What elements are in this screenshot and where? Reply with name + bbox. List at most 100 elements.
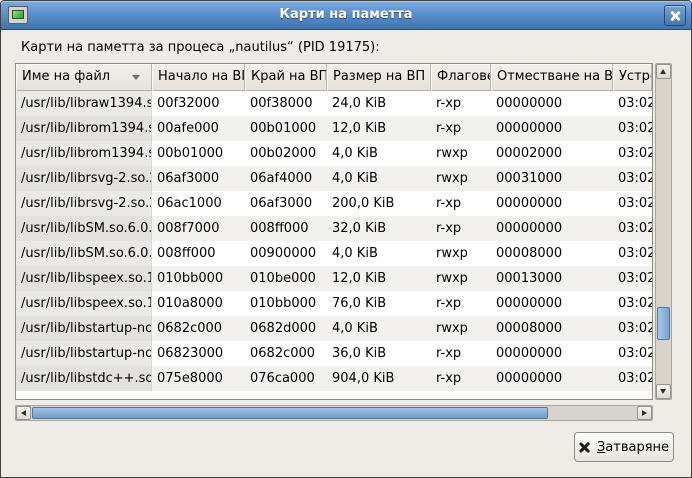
column-header-device[interactable]: Устройство xyxy=(613,64,652,91)
column-header-vm-start[interactable]: Начало на ВП xyxy=(152,64,245,91)
column-header-label: Флагове xyxy=(437,69,491,84)
cell-vm_end: 0682c000 xyxy=(245,341,327,366)
cell-device: 03:02 xyxy=(613,141,652,166)
scroll-down-button[interactable] xyxy=(656,384,671,399)
cell-vm_size: 32,0 KiB xyxy=(327,216,431,241)
cell-vm_size: 24,0 KiB xyxy=(327,91,431,116)
table-row[interactable]: /usr/lib/libspeex.so.1010bb000010be00012… xyxy=(16,266,652,291)
cell-vm_size: 4,0 KiB xyxy=(327,241,431,266)
vertical-scrollbar[interactable] xyxy=(655,63,672,400)
cell-flags: r-xp xyxy=(431,291,491,316)
close-icon xyxy=(669,10,681,22)
column-header-label: Начало на ВП xyxy=(158,69,245,84)
cell-filename: /usr/lib/librsvg-2.so.2 xyxy=(16,166,152,191)
cell-vm_size: 12,0 KiB xyxy=(327,266,431,291)
cell-vm_start: 010bb000 xyxy=(152,266,245,291)
cell-flags: rwxp xyxy=(431,316,491,341)
table-row[interactable]: /usr/lib/libstartup-not068230000682c0003… xyxy=(16,341,652,366)
cell-vm_end: 00900000 xyxy=(245,241,327,266)
cell-vm_size: 76,0 KiB xyxy=(327,291,431,316)
cell-vm_offset: 00000000 xyxy=(491,91,613,116)
cell-device: 03:02 xyxy=(613,241,652,266)
cell-vm_size: 4,0 KiB xyxy=(327,166,431,191)
close-x-icon xyxy=(579,442,590,453)
cell-flags: r-xp xyxy=(431,191,491,216)
close-window-button[interactable] xyxy=(664,5,686,26)
column-header-vm-end[interactable]: Край на ВП xyxy=(245,64,327,91)
memory-maps-table: Име на файл Начало на ВП Край на ВП Разм… xyxy=(15,63,653,400)
cell-vm_start: 0682c000 xyxy=(152,316,245,341)
arrow-left-icon xyxy=(21,410,26,416)
cell-filename: /usr/lib/librom1394.s xyxy=(16,141,152,166)
scroll-right-button[interactable] xyxy=(637,406,652,420)
process-description: Карти на паметта за процеса „nautilus“ (… xyxy=(21,40,380,55)
cell-vm_end: 00b01000 xyxy=(245,116,327,141)
column-header-label: Размер на ВП xyxy=(333,69,425,84)
cell-device: 03:02 xyxy=(613,266,652,291)
table-row[interactable]: /usr/lib/librsvg-2.so.206af300006af40004… xyxy=(16,166,652,191)
arrow-right-icon xyxy=(642,410,647,416)
memory-maps-dialog: Карти на паметта Карти на паметта за про… xyxy=(0,0,692,478)
horizontal-scrollbar[interactable] xyxy=(15,405,653,421)
arrow-up-icon xyxy=(660,69,666,74)
column-header-vm-size[interactable]: Размер на ВП xyxy=(327,64,431,91)
cell-filename: /usr/lib/libstartup-not xyxy=(16,341,152,366)
cell-device: 03:02 xyxy=(613,291,652,316)
cell-flags: r-xp xyxy=(431,366,491,391)
cell-vm_start: 00afe000 xyxy=(152,116,245,141)
cell-filename: /usr/lib/libspeex.so.1 xyxy=(16,291,152,316)
cell-device: 03:02 xyxy=(613,341,652,366)
close-button-label: Затваряне xyxy=(597,440,669,455)
cell-filename: /usr/lib/libspeex.so.1 xyxy=(16,266,152,291)
cell-vm_size: 4,0 KiB xyxy=(327,141,431,166)
scroll-up-button[interactable] xyxy=(656,64,671,79)
cell-vm_size: 4,0 KiB xyxy=(327,316,431,341)
table-row[interactable]: /usr/lib/librom1394.s00b0100000b020004,0… xyxy=(16,141,652,166)
column-header-vm-offset[interactable]: Отместване на ВП xyxy=(491,64,613,91)
cell-vm_offset: 00008000 xyxy=(491,316,613,341)
cell-filename: /usr/lib/libSM.so.6.0.0 xyxy=(16,216,152,241)
table-row[interactable]: /usr/lib/librom1394.s00afe00000b0100012,… xyxy=(16,116,652,141)
cell-vm_offset: 00031000 xyxy=(491,166,613,191)
cell-vm_start: 06823000 xyxy=(152,341,245,366)
cell-vm_end: 076ca000 xyxy=(245,366,327,391)
cell-device: 03:02 xyxy=(613,316,652,341)
cell-vm_start: 06ac1000 xyxy=(152,191,245,216)
cell-vm_start: 010a8000 xyxy=(152,291,245,316)
table-row[interactable]: /usr/lib/libspeex.so.1010a8000010bb00076… xyxy=(16,291,652,316)
column-header-label: Име на файл xyxy=(22,69,110,84)
column-header-flags[interactable]: Флагове xyxy=(431,64,491,91)
scroll-left-button[interactable] xyxy=(16,406,31,420)
cell-device: 03:02 xyxy=(613,166,652,191)
table-row[interactable]: /usr/lib/libstdc++.so.075e8000076ca00090… xyxy=(16,366,652,391)
column-header-filename[interactable]: Име на файл xyxy=(16,64,152,91)
table-row[interactable]: /usr/lib/libstartup-not0682c0000682d0004… xyxy=(16,316,652,341)
cell-vm_size: 36,0 KiB xyxy=(327,341,431,366)
cell-vm_start: 00b01000 xyxy=(152,141,245,166)
cell-filename: /usr/lib/librsvg-2.so.2 xyxy=(16,191,152,216)
cell-filename: /usr/lib/libstdc++.so. xyxy=(16,366,152,391)
cell-vm_start: 008ff000 xyxy=(152,241,245,266)
cell-vm_start: 06af3000 xyxy=(152,166,245,191)
table-row[interactable]: /usr/lib/librsvg-2.so.206ac100006af30002… xyxy=(16,191,652,216)
arrow-down-icon xyxy=(660,389,666,394)
table-row[interactable]: /usr/lib/libSM.so.6.0.0008f7000008ff0003… xyxy=(16,216,652,241)
cell-vm_start: 075e8000 xyxy=(152,366,245,391)
horizontal-scrollbar-thumb[interactable] xyxy=(32,407,548,419)
column-header-label: Край на ВП xyxy=(251,69,327,84)
cell-flags: rwxp xyxy=(431,266,491,291)
cell-device: 03:02 xyxy=(613,91,652,116)
window-title: Карти на паметта xyxy=(1,1,691,30)
cell-flags: rwxp xyxy=(431,166,491,191)
vertical-scrollbar-thumb[interactable] xyxy=(657,307,670,340)
column-header-label: Устройство xyxy=(619,69,652,84)
sort-descending-icon xyxy=(132,75,140,80)
cell-vm_offset: 00008000 xyxy=(491,241,613,266)
cell-vm_start: 008f7000 xyxy=(152,216,245,241)
titlebar[interactable]: Карти на паметта xyxy=(1,1,691,30)
table-row[interactable]: /usr/lib/libraw1394.so00f3200000f3800024… xyxy=(16,91,652,116)
table-row[interactable]: /usr/lib/libSM.so.6.0.0008ff000009000004… xyxy=(16,241,652,266)
cell-vm_offset: 00000000 xyxy=(491,341,613,366)
cell-device: 03:02 xyxy=(613,191,652,216)
close-dialog-button[interactable]: Затваряне xyxy=(574,432,674,462)
